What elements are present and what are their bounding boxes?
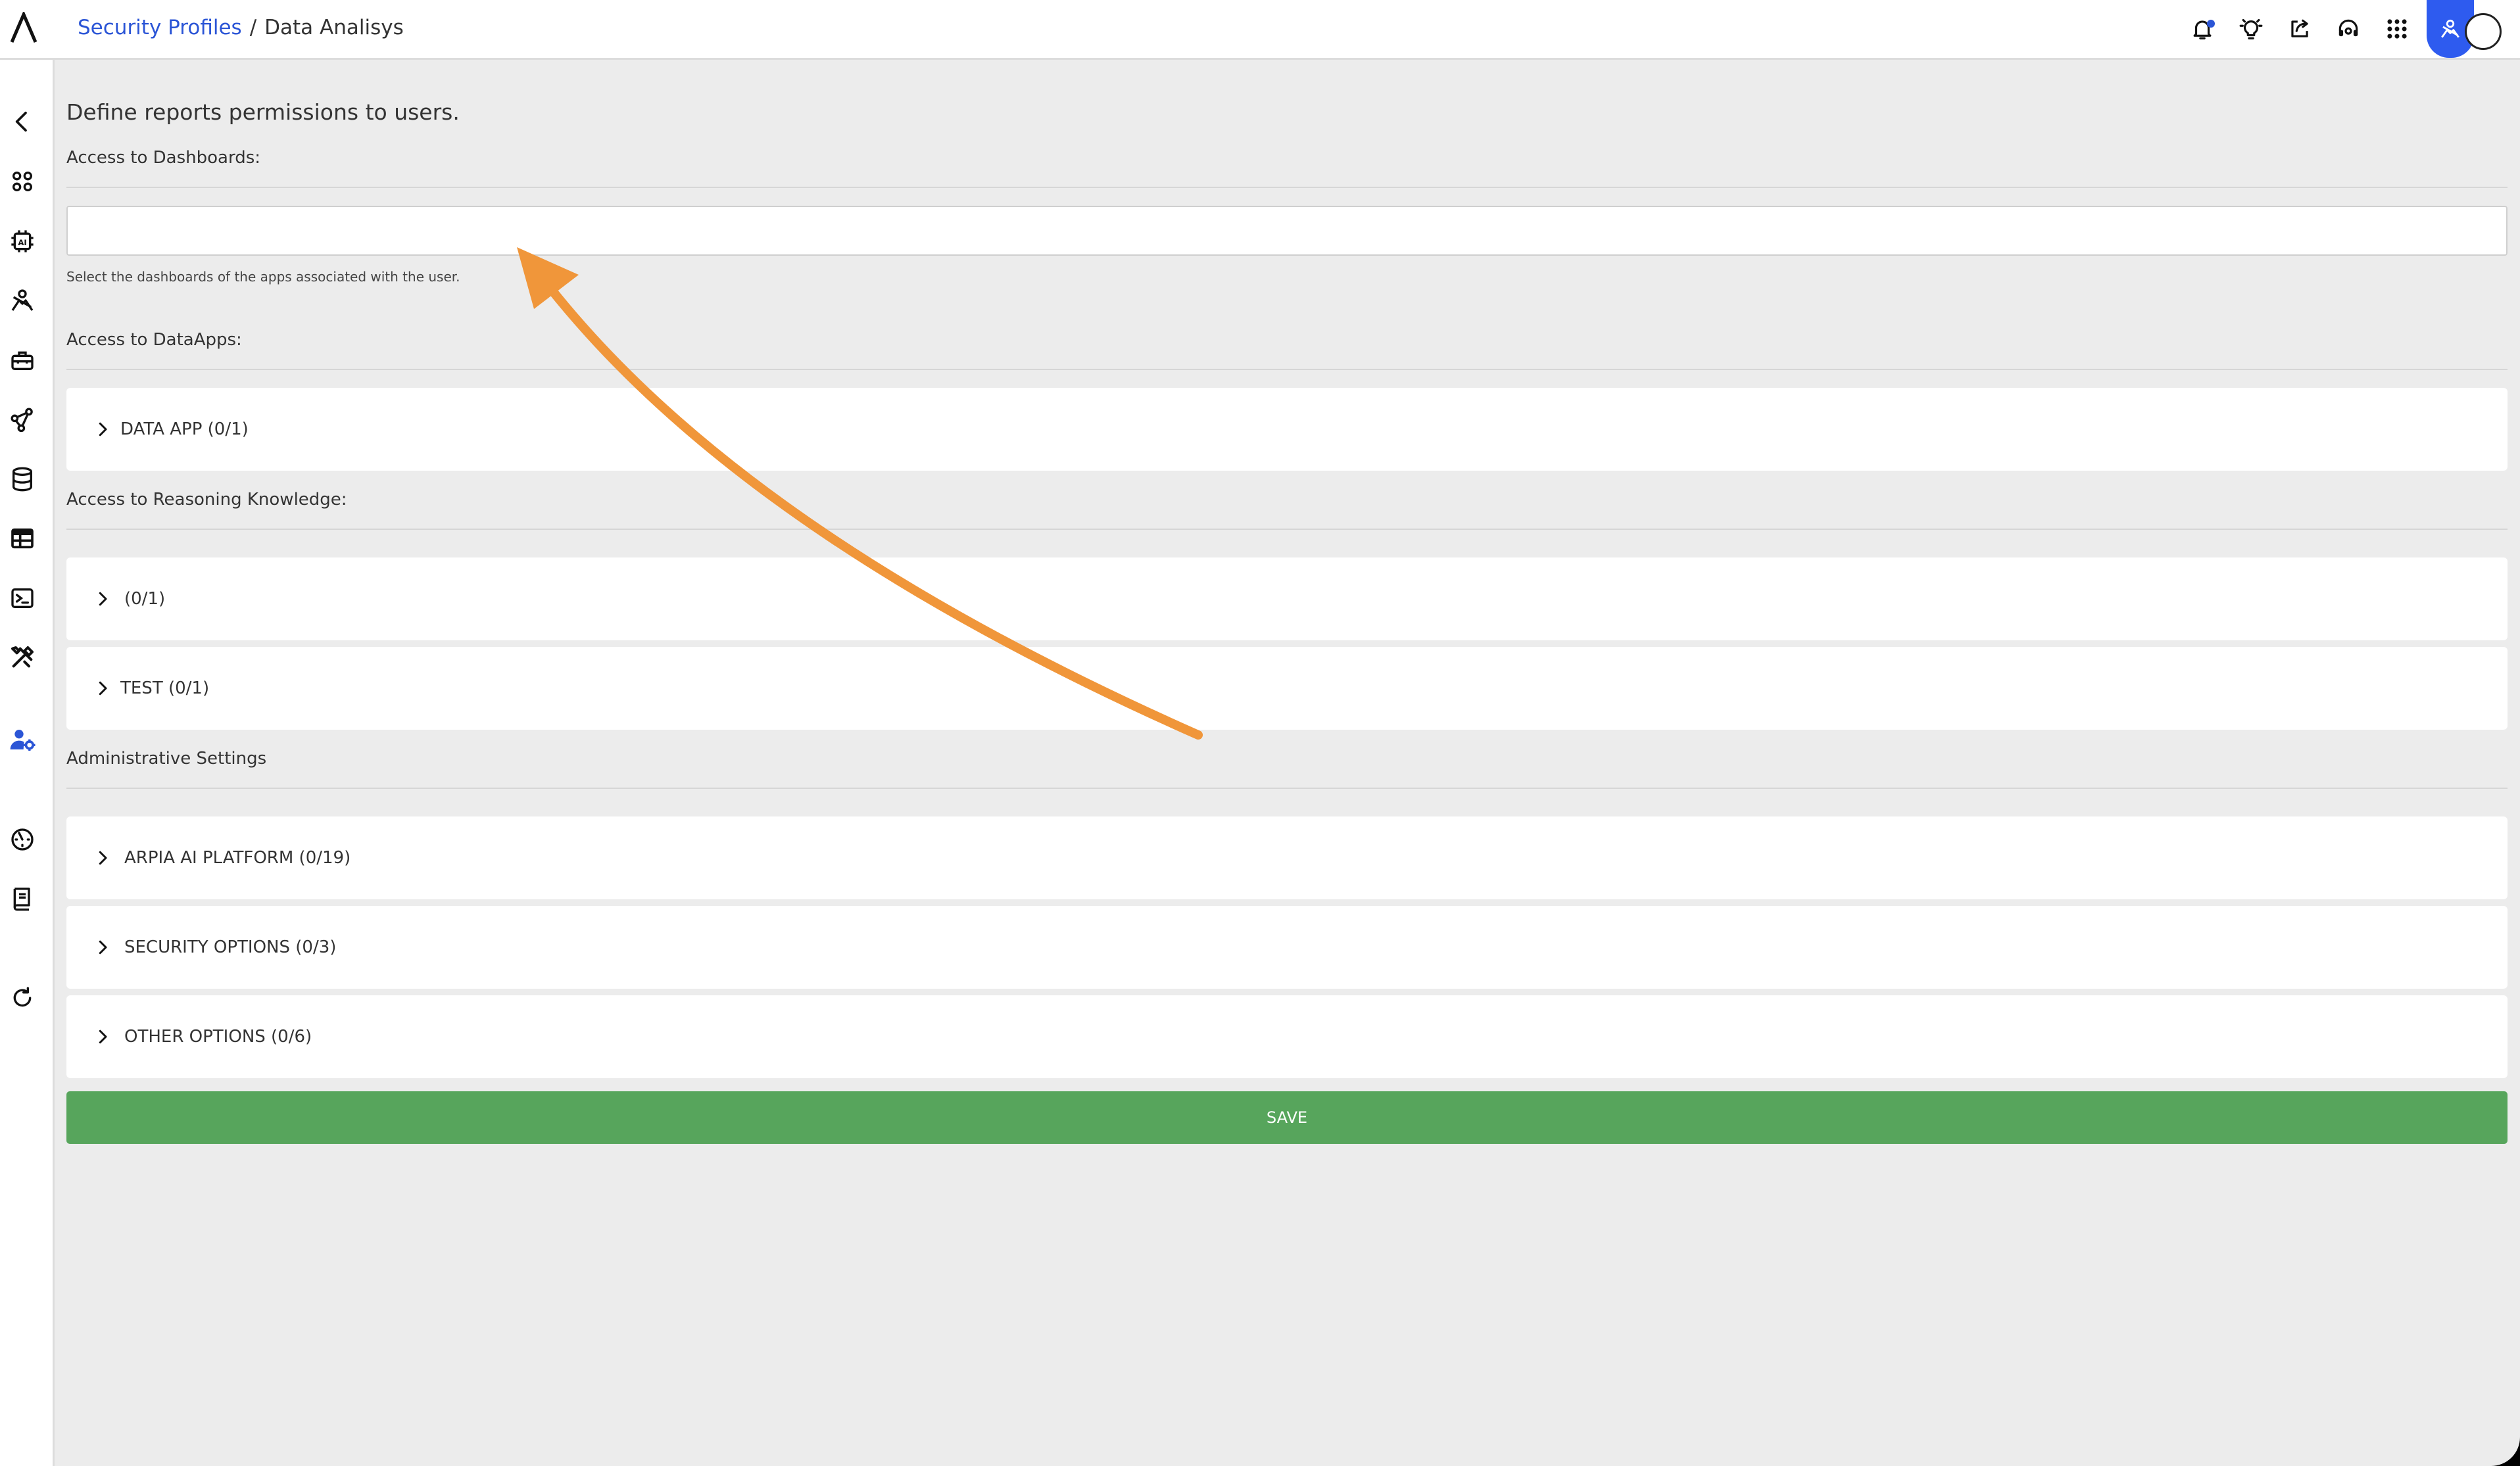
pose-icon [11,289,34,311]
sidebar-apps[interactable] [8,167,37,196]
dashboard-gauge-icon [11,828,34,851]
share-button[interactable] [2275,0,2324,58]
book-icon [13,887,30,911]
top-icon-bar [2178,0,2474,58]
headset-icon [2338,19,2358,37]
table-icon [11,528,34,549]
reasoning-section-label: Access to Reasoning Knowledge: [66,490,347,509]
terminal-icon [11,588,34,608]
lightbulb-icon [2239,18,2263,39]
chevron-right-icon [93,1027,112,1047]
dataapps-section-label: Access to DataApps: [66,330,242,350]
accordion-security-options[interactable]: SECURITY OPTIONS (0/3) [66,906,2508,989]
sidebar-security-profiles[interactable] [8,725,37,754]
avatar[interactable] [2465,13,2502,50]
sidebar-terminal[interactable] [8,584,37,613]
accordion-label: DATA APP (0/1) [120,419,249,439]
admin-section-label: Administrative Settings [66,749,267,768]
dashboards-help-text: Select the dashboards of the apps associ… [66,269,460,285]
sidebar-tools[interactable] [8,643,37,672]
dashboards-section-label: Access to Dashboards: [66,148,261,168]
support-button[interactable] [2324,0,2373,58]
breadcrumb-separator: / [249,16,257,39]
notification-dot [2207,20,2215,28]
arrow-head [517,247,579,309]
tools-icon [11,646,34,668]
app-window: Security Profiles / Data Analisys AI Def… [0,0,2520,1466]
sidebar-toolbox[interactable] [8,346,37,375]
page-title: Define reports permissions to users. [66,99,460,125]
apps-icon [12,172,32,191]
accordion-reasoning-test[interactable]: TEST (0/1) [66,647,2508,730]
database-icon [12,467,32,492]
breadcrumb-current: Data Analisys [264,16,404,39]
sidebar-database[interactable] [8,465,37,494]
divider [66,788,2508,789]
accordion-label: ARPIA AI PLATFORM (0/19) [124,848,351,868]
chevron-right-icon [93,848,112,868]
logo-icon[interactable] [9,10,38,45]
notifications-button[interactable] [2178,0,2227,58]
sidebar-network[interactable] [8,405,37,434]
back-icon [15,111,27,132]
breadcrumb-security-profiles-link[interactable]: Security Profiles [78,14,242,41]
sidebar-ai[interactable]: AI [8,227,37,256]
svg-text:AI: AI [18,238,26,247]
sidebar-back[interactable] [8,107,37,136]
sidebar: AI [0,60,55,1466]
ideas-button[interactable] [2227,0,2275,58]
divider [66,187,2508,188]
network-icon [11,408,33,433]
user-sketch-icon [2441,19,2459,38]
chevron-right-icon [93,419,112,439]
refresh-icon [13,987,32,1007]
sidebar-docs[interactable] [8,884,37,913]
accordion-label: TEST (0/1) [120,678,210,698]
accordion-data-app[interactable]: DATA APP (0/1) [66,388,2508,471]
toolbox-icon [11,351,34,370]
apps-grid-icon [2387,19,2407,39]
accordion-other-options[interactable]: OTHER OPTIONS (0/6) [66,995,2508,1078]
save-button[interactable]: SAVE [66,1091,2508,1144]
sidebar-models[interactable] [8,286,37,315]
divider [66,369,2508,370]
top-bar: Security Profiles / Data Analisys [0,0,2520,60]
apps-menu-button[interactable] [2373,0,2421,58]
sidebar-refresh[interactable] [8,983,37,1012]
accordion-label: SECURITY OPTIONS (0/3) [124,937,337,957]
sidebar-tables[interactable] [8,524,37,553]
accordion-reasoning-unnamed[interactable]: (0/1) [66,557,2508,640]
accordion-arpia-ai-platform[interactable]: ARPIA AI PLATFORM (0/19) [66,816,2508,899]
divider [66,529,2508,530]
chevron-right-icon [93,937,112,957]
sidebar-dashboards[interactable] [8,825,37,854]
accordion-label: (0/1) [124,589,166,609]
user-settings-icon [10,730,36,751]
chevron-right-icon [93,678,112,698]
chevron-right-icon [93,589,112,609]
ai-chip-icon: AI [11,230,34,252]
accordion-label: OTHER OPTIONS (0/6) [124,1027,312,1047]
breadcrumb: Security Profiles / Data Analisys [78,14,404,41]
share-icon [2291,19,2308,37]
dashboards-select-input[interactable] [66,206,2508,256]
